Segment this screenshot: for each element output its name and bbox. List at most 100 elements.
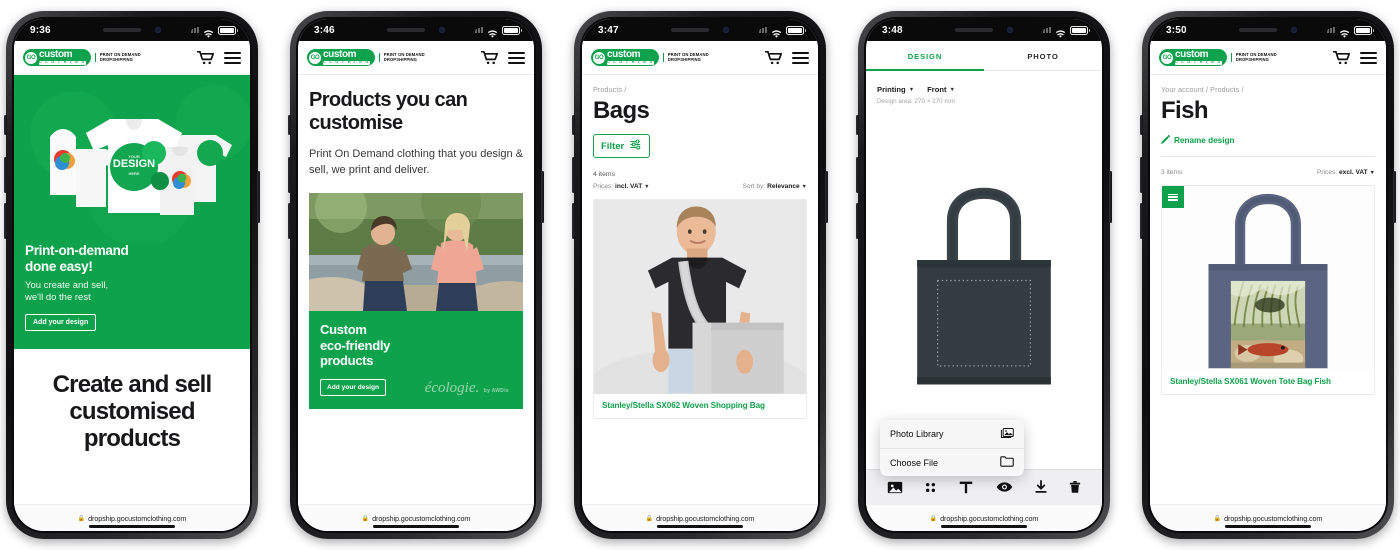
home-indicator[interactable] xyxy=(941,525,1027,528)
brand-logo[interactable]: GO custom C L O T H I N G PRINT ON DEMAN… xyxy=(23,49,141,66)
download-icon[interactable] xyxy=(1034,480,1048,494)
product-card[interactable]: Stanley/Stella SX062 Woven Shopping Bag xyxy=(593,199,807,419)
power-button[interactable] xyxy=(1393,171,1396,223)
home-indicator[interactable] xyxy=(373,525,459,528)
hero-heading: Print-on-demand done easy! xyxy=(25,243,129,274)
svg-text:YOUR: YOUR xyxy=(128,154,140,159)
menu-hamburger-icon[interactable] xyxy=(224,51,241,64)
hero-subtext: You create and sell, we'll do the rest xyxy=(25,279,109,304)
volume-down-button[interactable] xyxy=(4,203,7,239)
browser-url-bar[interactable]: 🔒 dropship.gocustomclothing.com xyxy=(298,504,534,531)
notch xyxy=(356,19,476,41)
listing-controls: 3 items Prices: excl. VAT ▼ xyxy=(1161,169,1375,176)
browser-url-bar[interactable]: 🔒 dropship.gocustomclothing.com xyxy=(582,504,818,531)
mute-switch[interactable] xyxy=(1140,115,1143,135)
front-camera-icon xyxy=(723,27,729,33)
power-button[interactable] xyxy=(257,171,260,223)
brand-logo[interactable]: GO custom C L O T H I N G PRINT ON DEMAN… xyxy=(1159,49,1277,66)
eco-add-your-design-button[interactable]: Add your design xyxy=(320,379,387,396)
home-indicator[interactable] xyxy=(1225,525,1311,528)
header-actions xyxy=(196,50,241,65)
page-body: DESIGN YOUR HERE Print-on-demand done ea… xyxy=(14,75,250,504)
delete-trash-icon[interactable] xyxy=(1069,480,1081,494)
logo-wordmark: custom C L O T H I N G xyxy=(1175,50,1222,65)
clipart-icon[interactable] xyxy=(924,481,937,494)
menu-hamburger-icon[interactable] xyxy=(508,51,525,64)
volume-up-button[interactable] xyxy=(288,157,291,193)
menu-hamburger-icon[interactable] xyxy=(1360,51,1377,64)
browser-url-bar[interactable]: 🔒 dropship.gocustomclothing.com xyxy=(1150,504,1386,531)
rename-design-link[interactable]: Rename design xyxy=(1161,134,1375,146)
volume-down-button[interactable] xyxy=(572,203,575,239)
volume-down-button[interactable] xyxy=(1140,203,1143,239)
eco-promo-card[interactable]: Custom eco-friendly products Add your de… xyxy=(309,193,523,409)
chevron-down-icon: ▼ xyxy=(1369,170,1375,177)
phone-bezel: 9:36 GO custom C L O T H I N G PRINT ON … xyxy=(12,17,252,533)
card-menu-button[interactable] xyxy=(1162,186,1184,209)
text-icon[interactable] xyxy=(958,479,974,495)
mute-switch[interactable] xyxy=(572,115,575,135)
volume-up-button[interactable] xyxy=(572,157,575,193)
sort-label: Sort by: xyxy=(742,183,766,191)
mute-switch[interactable] xyxy=(856,115,859,135)
logo-go-badge: GO xyxy=(593,51,605,64)
power-button[interactable] xyxy=(541,171,544,223)
menu-item-choose-file[interactable]: Choose File xyxy=(880,448,1024,476)
svg-text:DESIGN: DESIGN xyxy=(113,158,155,170)
browser-url-bar[interactable]: 🔒 dropship.gocustomclothing.com xyxy=(14,504,250,531)
mute-switch[interactable] xyxy=(288,115,291,135)
side-selector[interactable]: Front ▼ xyxy=(927,85,955,94)
design-area-text: Design area: 270 × 270 mm xyxy=(877,98,955,105)
cart-icon[interactable] xyxy=(196,50,215,65)
prices-selector[interactable]: Prices: incl. VAT ▼ xyxy=(593,183,650,190)
volume-down-button[interactable] xyxy=(288,203,291,239)
image-icon[interactable] xyxy=(887,480,903,495)
page-body: Products / Bags Filter 4 items Prices: i… xyxy=(582,75,818,504)
brand-logo[interactable]: GO custom C L O T H I N G PRINT ON DEMAN… xyxy=(591,49,709,66)
url-text: dropship.gocustomclothing.com xyxy=(372,513,471,523)
mute-switch[interactable] xyxy=(4,115,7,135)
power-button[interactable] xyxy=(825,171,828,223)
logo-pill: GO custom C L O T H I N G xyxy=(1159,49,1227,66)
screen: 3:48 DESIGN PHOTO Printing ▼ Front ▼ Des… xyxy=(866,19,1102,531)
image-source-menu: Photo Library Choose File xyxy=(880,420,1024,476)
breadcrumb[interactable]: Products / xyxy=(593,85,807,94)
battery-icon xyxy=(502,25,522,35)
volume-up-button[interactable] xyxy=(4,157,7,193)
product-name[interactable]: Stanley/Stella SX062 Woven Shopping Bag xyxy=(594,394,806,418)
browser-url-bar[interactable]: 🔒 dropship.gocustomclothing.com xyxy=(866,504,1102,531)
menu-hamburger-icon[interactable] xyxy=(792,51,809,64)
phone-2-products-intro: 3:46 GO custom C L O T H I N G PRINT ON … xyxy=(288,11,544,539)
breadcrumb[interactable]: Your account / Products / xyxy=(1161,85,1375,94)
cart-icon[interactable] xyxy=(764,50,783,65)
tagline-line-2: DROPSHIPPING xyxy=(667,56,702,62)
preview-eye-icon[interactable] xyxy=(996,481,1013,493)
home-indicator[interactable] xyxy=(657,525,743,528)
cart-icon[interactable] xyxy=(480,50,499,65)
brand-logo[interactable]: GO custom C L O T H I N G PRINT ON DEMAN… xyxy=(307,49,425,66)
home-indicator[interactable] xyxy=(89,525,175,528)
tab-design[interactable]: DESIGN xyxy=(866,41,984,71)
printing-selector[interactable]: Printing ▼ xyxy=(877,85,914,94)
product-name[interactable]: Stanley/Stella SX061 Woven Tote Bag Fish xyxy=(1162,370,1374,394)
tab-photo[interactable]: PHOTO xyxy=(984,41,1102,70)
phone-bezel: 3:46 GO custom C L O T H I N G PRINT ON … xyxy=(296,17,536,533)
volume-up-button[interactable] xyxy=(856,157,859,193)
filter-button[interactable]: Filter xyxy=(593,134,651,159)
svg-text:HERE: HERE xyxy=(128,171,139,176)
wifi-icon xyxy=(487,26,498,38)
power-button[interactable] xyxy=(1109,171,1112,223)
volume-down-button[interactable] xyxy=(856,203,859,239)
phone-4-design-editor: 3:48 DESIGN PHOTO Printing ▼ Front ▼ Des… xyxy=(856,11,1112,539)
volume-up-button[interactable] xyxy=(1140,157,1143,193)
logo-tagline: PRINT ON DEMAND DROPSHIPPING xyxy=(94,52,141,63)
hero-add-your-design-button[interactable]: Add your design xyxy=(25,313,97,331)
menu-item-photo-library[interactable]: Photo Library xyxy=(880,420,1024,448)
prices-selector[interactable]: Prices: excl. VAT ▼ xyxy=(1317,169,1375,176)
design-canvas[interactable] xyxy=(866,105,1102,469)
logo-custom-text: custom xyxy=(39,49,73,61)
sort-selector[interactable]: Sort by: Relevance ▼ xyxy=(743,183,808,190)
cart-icon[interactable] xyxy=(1332,50,1351,65)
notch xyxy=(924,19,1044,41)
product-card[interactable]: Stanley/Stella SX061 Woven Tote Bag Fish xyxy=(1161,185,1375,396)
